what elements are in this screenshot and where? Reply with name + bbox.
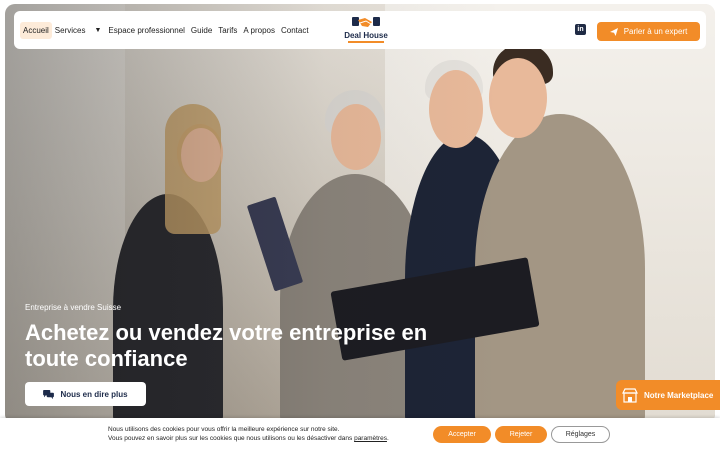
cookie-line-2: Vous pouvez en savoir plus sur les cooki…: [108, 434, 389, 443]
talk-to-expert-label: Parler à un expert: [623, 27, 688, 36]
top-navbar: Accueil Services ▼ Espace professionnel …: [14, 11, 706, 49]
nav-links: Accueil Services ▼ Espace professionnel …: [20, 21, 312, 39]
hero-title: Achetez ou vendez votre entreprise en to…: [25, 320, 428, 371]
logo-tagline-bar: [348, 41, 384, 43]
reject-cookies-button[interactable]: Rejeter: [495, 426, 547, 443]
linkedin-icon[interactable]: in: [575, 24, 586, 35]
talk-to-expert-button[interactable]: Parler à un expert: [597, 22, 700, 41]
hero-kicker: Entreprise à vendre Suisse: [25, 303, 122, 312]
nav-item-services[interactable]: Services: [52, 22, 89, 39]
logo-text: Deal House: [344, 31, 388, 40]
store-icon: [622, 388, 638, 403]
marketplace-label: Notre Marketplace: [644, 390, 714, 400]
marketplace-button[interactable]: Notre Marketplace: [616, 380, 720, 410]
chevron-down-icon[interactable]: ▼: [94, 27, 101, 34]
nav-item-contact[interactable]: Contact: [278, 22, 312, 39]
cookie-banner: Nous utilisons des cookies pour vous off…: [0, 418, 720, 450]
cookie-line-2-text: Vous pouvez en savoir plus sur les cooki…: [108, 435, 353, 442]
site-logo[interactable]: Deal House: [336, 14, 396, 46]
nav-item-accueil[interactable]: Accueil: [20, 21, 52, 39]
learn-more-button[interactable]: Nous en dire plus: [25, 382, 146, 406]
chat-bubbles-icon: [43, 389, 55, 399]
learn-more-label: Nous en dire plus: [60, 389, 128, 399]
handshake-logo-icon: [352, 17, 380, 27]
nav-item-a-propos[interactable]: A propos: [240, 22, 278, 39]
cookie-line-2-end: .: [386, 435, 389, 442]
accept-cookies-button[interactable]: Accepter: [433, 426, 491, 443]
cookie-message: Nous utilisons des cookies pour vous off…: [108, 425, 389, 443]
paper-plane-icon: [609, 27, 618, 36]
cookie-settings-button[interactable]: Réglages: [551, 426, 610, 443]
cookie-settings-link[interactable]: paramètres: [354, 435, 387, 442]
nav-item-espace-professionnel[interactable]: Espace professionnel: [105, 22, 188, 39]
nav-item-tarifs[interactable]: Tarifs: [215, 22, 240, 39]
nav-item-guide[interactable]: Guide: [188, 22, 215, 39]
cookie-line-1: Nous utilisons des cookies pour vous off…: [108, 426, 340, 433]
